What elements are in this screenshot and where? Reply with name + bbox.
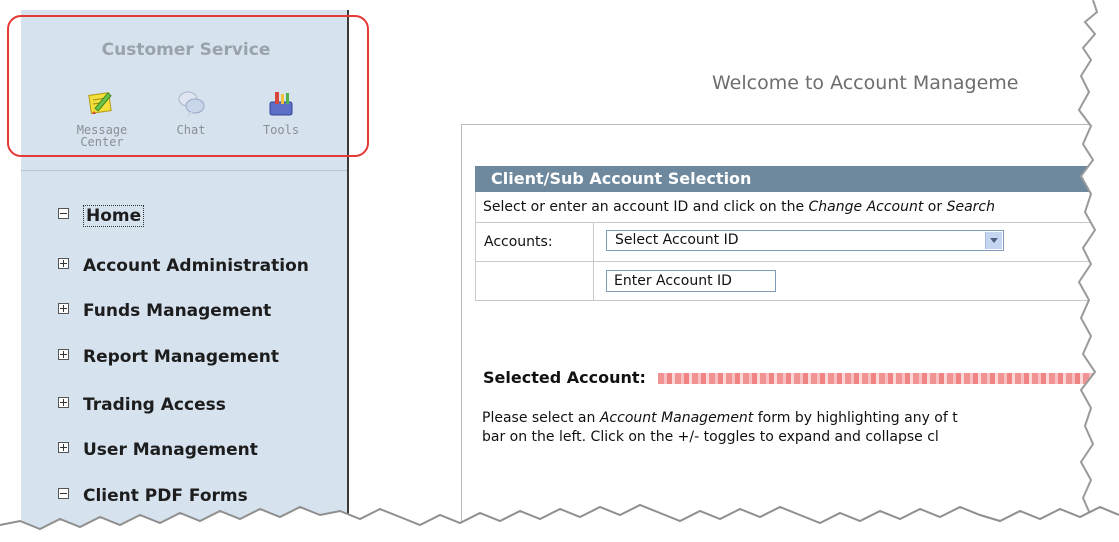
expand-toggle-icon[interactable] (58, 442, 69, 453)
sidebar-item-label: Client PDF Forms (83, 486, 248, 506)
expand-toggle-icon[interactable] (58, 258, 69, 269)
column-divider (593, 262, 594, 300)
page-title: Welcome to Account Manageme (712, 72, 1019, 94)
sidebar-item-label: Account Administration (83, 256, 309, 276)
column-divider (593, 223, 594, 261)
sidebar-item-label: Funds Management (83, 301, 272, 321)
sidebar-item-report-management[interactable]: Report Management (58, 347, 279, 369)
chevron-down-icon[interactable] (985, 232, 1002, 249)
collapse-toggle-icon[interactable] (58, 488, 69, 499)
sidebar-item-funds-management[interactable]: Funds Management (58, 301, 271, 323)
body-line1-suffix: form by highlighting any of t (753, 410, 958, 426)
account-selection-panel: Client/Sub Account Selection Select or e… (461, 124, 1115, 526)
sidebar-divider (21, 170, 347, 171)
sidebar-item-client-pdf-forms[interactable]: Client PDF Forms (58, 486, 248, 508)
body-line2: bar on the left. Click on the +/- toggle… (482, 429, 939, 445)
instruction-text: Select or enter an account ID and click … (483, 199, 995, 215)
sidebar-item-label: User Management (83, 440, 258, 460)
expand-toggle-icon[interactable] (58, 303, 69, 314)
sidebar-item-label: Home (83, 205, 145, 227)
accounts-row: Accounts: Select Account ID (475, 223, 1115, 262)
expand-toggle-icon[interactable] (58, 397, 69, 408)
instruction-change-account: Change Account (808, 199, 924, 215)
instruction-prefix: Select or enter an account ID and click … (483, 199, 809, 215)
enter-account-row (475, 262, 1115, 301)
sidebar-item-label: Report Management (83, 347, 280, 367)
sidebar-item-user-management[interactable]: User Management (58, 440, 258, 462)
accounts-label: Accounts: (484, 234, 553, 250)
sidebar-item-trading-access[interactable]: Trading Access (58, 395, 226, 417)
body-line1-prefix: Please select an (482, 410, 600, 426)
body-line1-em: Account Management (599, 410, 754, 426)
selected-account-label: Selected Account: (483, 368, 646, 387)
instruction-or: or (923, 199, 947, 215)
account-select-value: Select Account ID (615, 232, 739, 248)
sidebar-item-home[interactable]: Home (58, 205, 145, 228)
panel-header: Client/Sub Account Selection (475, 166, 1115, 192)
collapse-toggle-icon[interactable] (58, 208, 69, 219)
sidebar-item-label: Trading Access (83, 395, 226, 415)
customer-service-highlight (7, 15, 369, 157)
instruction-row: Select or enter an account ID and click … (475, 192, 1115, 223)
instructions-paragraph: Please select an Account Management form… (482, 409, 958, 447)
redacted-account-value (658, 373, 1098, 384)
account-id-input[interactable] (606, 270, 776, 292)
sidebar-item-account-administration[interactable]: Account Administration (58, 256, 309, 278)
instruction-search: Search (946, 199, 995, 215)
expand-toggle-icon[interactable] (58, 349, 69, 360)
account-id-select[interactable]: Select Account ID (606, 230, 1004, 251)
